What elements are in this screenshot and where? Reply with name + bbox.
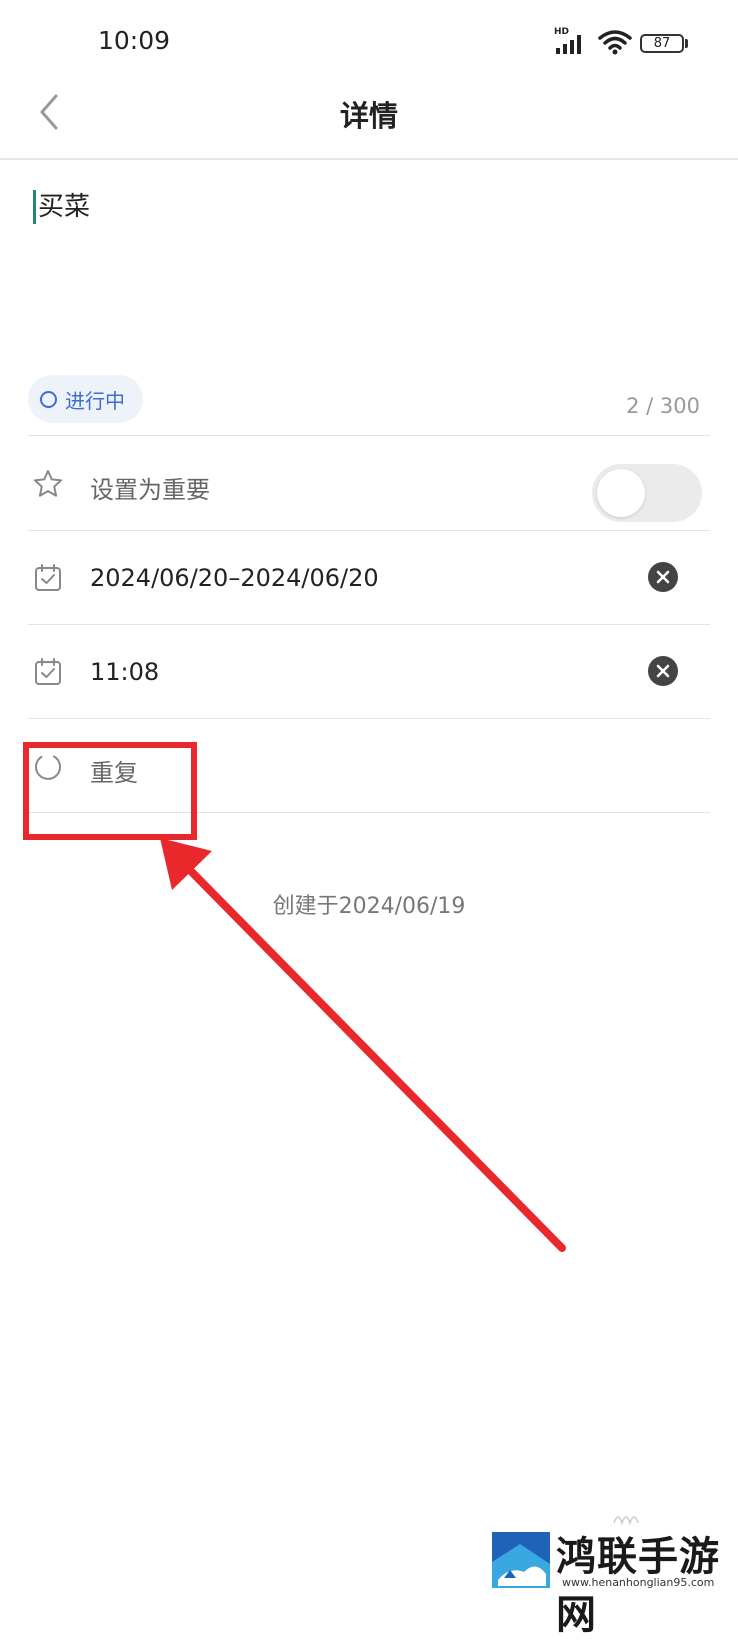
watermark-url: www.henanhonglian95.com: [562, 1576, 715, 1589]
star-icon: [32, 468, 64, 500]
signal-icon: HD: [554, 27, 590, 56]
reminder-time[interactable]: 11:08: [90, 658, 159, 686]
status-label: 进行中: [65, 388, 125, 413]
important-toggle[interactable]: [592, 464, 702, 522]
calendar-icon: [32, 656, 64, 688]
note-text-input[interactable]: 买菜: [33, 190, 90, 224]
date-range[interactable]: 2024/06/20–2024/06/20: [90, 564, 379, 592]
watermark-logo-icon: [490, 1530, 552, 1590]
divider: [28, 718, 710, 719]
close-icon: [656, 570, 670, 584]
divider: [28, 624, 710, 625]
battery-icon: 87: [640, 34, 684, 53]
circle-icon: [40, 390, 57, 408]
important-label: 设置为重要: [90, 476, 210, 504]
status-badge[interactable]: 进行中: [28, 375, 143, 423]
close-icon: [656, 664, 670, 678]
network-type-label: HD: [554, 27, 570, 37]
wifi-icon: [598, 28, 632, 56]
battery-tip: [685, 39, 688, 48]
annotation-highlight-box: [23, 742, 197, 840]
clear-date-button[interactable]: [648, 562, 678, 592]
toggle-knob: [597, 469, 645, 517]
clear-time-button[interactable]: [648, 656, 678, 686]
page-title: 详情: [339, 99, 398, 133]
divider: [28, 435, 710, 436]
status-time: 10:09: [98, 26, 171, 55]
calendar-icon: [32, 562, 64, 594]
divider: [28, 530, 710, 531]
header-divider: [0, 158, 738, 160]
char-count: 2 / 300: [626, 394, 700, 418]
created-date: 创建于2024/06/19: [272, 894, 466, 919]
